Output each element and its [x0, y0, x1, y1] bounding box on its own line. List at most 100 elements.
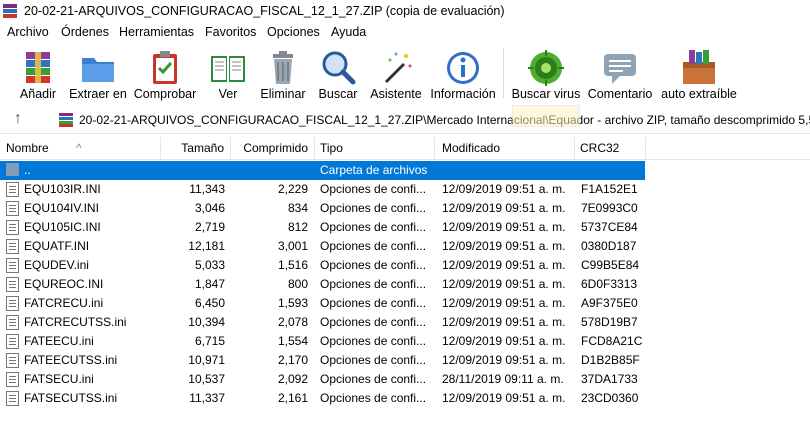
file-packed-size: 2,170 [277, 353, 308, 367]
file-modified: 12/09/2019 09:51 a. m. [442, 258, 566, 272]
test-button[interactable]: Comprobar [131, 46, 199, 104]
menu-opciones[interactable]: Opciones [267, 25, 320, 39]
column-crc32[interactable]: CRC32 [574, 137, 646, 159]
winrar-logo-icon[interactable] [3, 4, 17, 19]
ini-file-icon [6, 182, 19, 197]
file-crc32: FCD8A21C [581, 334, 643, 348]
file-name: FATSECUTSS.ini [24, 391, 118, 405]
file-name: EQU103IR.INI [24, 182, 101, 196]
file-type: Opciones de confi... [320, 391, 427, 405]
file-modified: 12/09/2019 09:51 a. m. [442, 220, 566, 234]
toolbar: Añadir Extraer en Comprobar Ver Eliminar… [0, 44, 810, 106]
trash-icon [273, 51, 293, 84]
file-modified: 12/09/2019 09:51 a. m. [442, 182, 566, 196]
table-row[interactable]: EQUATF.INI 12,181 3,001 Opciones de confi..… [0, 237, 645, 256]
file-type: Opciones de confi... [320, 296, 427, 310]
menu-ayuda[interactable]: Ayuda [331, 25, 366, 39]
sfx-button[interactable]: auto extraíble [660, 46, 738, 104]
column-modified[interactable]: Modificado [434, 137, 575, 159]
info-icon [447, 52, 479, 84]
file-size: 10,537 [188, 372, 225, 386]
add-archive-icon [26, 52, 50, 83]
add-button[interactable]: Añadir [16, 46, 60, 104]
view-button[interactable]: Ver [208, 46, 248, 104]
column-packed[interactable]: Comprimido [230, 137, 315, 159]
ini-file-icon [6, 220, 19, 235]
ini-file-icon [6, 258, 19, 273]
test-clipboard-icon [153, 51, 177, 84]
path-tooltip [512, 105, 580, 127]
window-title: 20-02-21-ARQUIVOS_CONFIGURACAO_FISCAL_12… [24, 4, 505, 18]
file-type: Opciones de confi... [320, 182, 427, 196]
file-crc32: 0380D187 [581, 239, 637, 253]
file-type: Opciones de confi... [320, 372, 427, 386]
file-type: Opciones de confi... [320, 277, 427, 291]
table-row[interactable]: FATEECU.ini 6,715 1,554 Opciones de confi..… [0, 332, 645, 351]
file-modified: 12/09/2019 09:51 a. m. [442, 201, 566, 215]
menu-ordenes[interactable]: Órdenes [61, 25, 109, 39]
file-size: 5,033 [194, 258, 225, 272]
file-crc32: 23CD0360 [581, 391, 639, 405]
parent-folder-icon [6, 163, 19, 176]
file-packed-size: 2,229 [277, 182, 308, 196]
column-size[interactable]: Tamaño [160, 137, 231, 159]
file-name: EQU105IC.INI [24, 220, 101, 234]
ini-file-icon [6, 391, 19, 406]
file-crc32: F1A152E1 [581, 182, 638, 196]
file-name: FATEECUTSS.ini [24, 353, 118, 367]
file-packed-size: 2,092 [277, 372, 308, 386]
file-name: EQUATF.INI [24, 239, 90, 253]
file-name: FATEECU.ini [24, 334, 94, 348]
table-row[interactable]: EQU104IV.INI 3,046 834 Opciones de confi...… [0, 199, 645, 218]
ini-file-icon [6, 315, 19, 330]
virus-scan-button[interactable]: Buscar virus [510, 46, 582, 104]
delete-button[interactable]: Eliminar [258, 46, 308, 104]
file-crc32: 6D0F3313 [581, 277, 638, 291]
file-size: 10,971 [188, 353, 225, 367]
ini-file-icon [6, 239, 19, 254]
table-row[interactable]: EQU103IR.INI 11,343 2,229 Opciones de confi… [0, 180, 645, 199]
file-type: Opciones de confi... [320, 201, 427, 215]
table-row[interactable]: FATCRECUTSS.ini 10,394 2,078 Opciones de co… [0, 313, 645, 332]
ini-file-icon [6, 277, 19, 292]
file-type: Opciones de confi... [320, 258, 427, 272]
toolbar-separator [503, 48, 504, 98]
file-packed-size: 2,078 [277, 315, 308, 329]
find-button[interactable]: Buscar [318, 46, 358, 104]
comment-button[interactable]: Comentario [586, 46, 654, 104]
file-size: 1,847 [194, 277, 225, 291]
column-name[interactable]: Nombre ^ [0, 137, 161, 159]
file-packed-size: 834 [287, 201, 308, 215]
extract-button[interactable]: Extraer en [67, 46, 129, 104]
address-bar: ↑ 20-02-21-ARQUIVOS_CONFIGURACAO_FISCAL_… [0, 107, 810, 134]
file-crc32: 578D19B7 [581, 315, 638, 329]
table-row[interactable]: EQUREOC.INI 1,847 800 Opciones de confi... 1… [0, 275, 645, 294]
path-field[interactable]: 20-02-21-ARQUIVOS_CONFIGURACAO_FISCAL_12… [57, 109, 810, 131]
table-row[interactable]: FATCRECU.ini 6,450 1,593 Opciones de confi.… [0, 294, 645, 313]
menu-herramientas[interactable]: Herramientas [119, 25, 194, 39]
table-row[interactable]: FATSECUTSS.ini 11,337 2,161 Opciones de con… [0, 389, 645, 408]
file-packed-size: 812 [287, 220, 308, 234]
menu-archivo[interactable]: Archivo [7, 25, 49, 39]
info-button[interactable]: Información [428, 46, 498, 104]
wizard-wand-icon [384, 52, 412, 84]
table-row[interactable]: EQUDEV.ini 5,033 1,516 Opciones de confi...… [0, 256, 645, 275]
wizard-button[interactable]: Asistente [368, 46, 424, 104]
magnifier-icon [322, 51, 356, 85]
table-row[interactable]: FATSECU.ini 10,537 2,092 Opciones de confi.… [0, 370, 645, 389]
file-type: Opciones de confi... [320, 239, 427, 253]
file-size: 6,715 [194, 334, 225, 348]
table-row[interactable]: EQU105IC.INI 2,719 812 Opciones de confi...… [0, 218, 645, 237]
column-type[interactable]: Tipo [314, 137, 435, 159]
file-modified: 12/09/2019 09:51 a. m. [442, 315, 566, 329]
sfx-archive-icon [683, 50, 715, 84]
file-crc32: 5737CE84 [581, 220, 638, 234]
table-row-parent[interactable]: .. Carpeta de archivos [0, 161, 645, 180]
table-row[interactable]: FATEECUTSS.ini 10,971 2,170 Opciones de con… [0, 351, 645, 370]
file-name: FATSECU.ini [24, 372, 94, 386]
up-arrow-icon[interactable]: ↑ [14, 110, 22, 128]
file-size: 2,719 [194, 220, 225, 234]
file-size: 11,337 [189, 391, 225, 405]
menu-favoritos[interactable]: Favoritos [205, 25, 256, 39]
file-packed-size: 2,161 [277, 391, 308, 405]
